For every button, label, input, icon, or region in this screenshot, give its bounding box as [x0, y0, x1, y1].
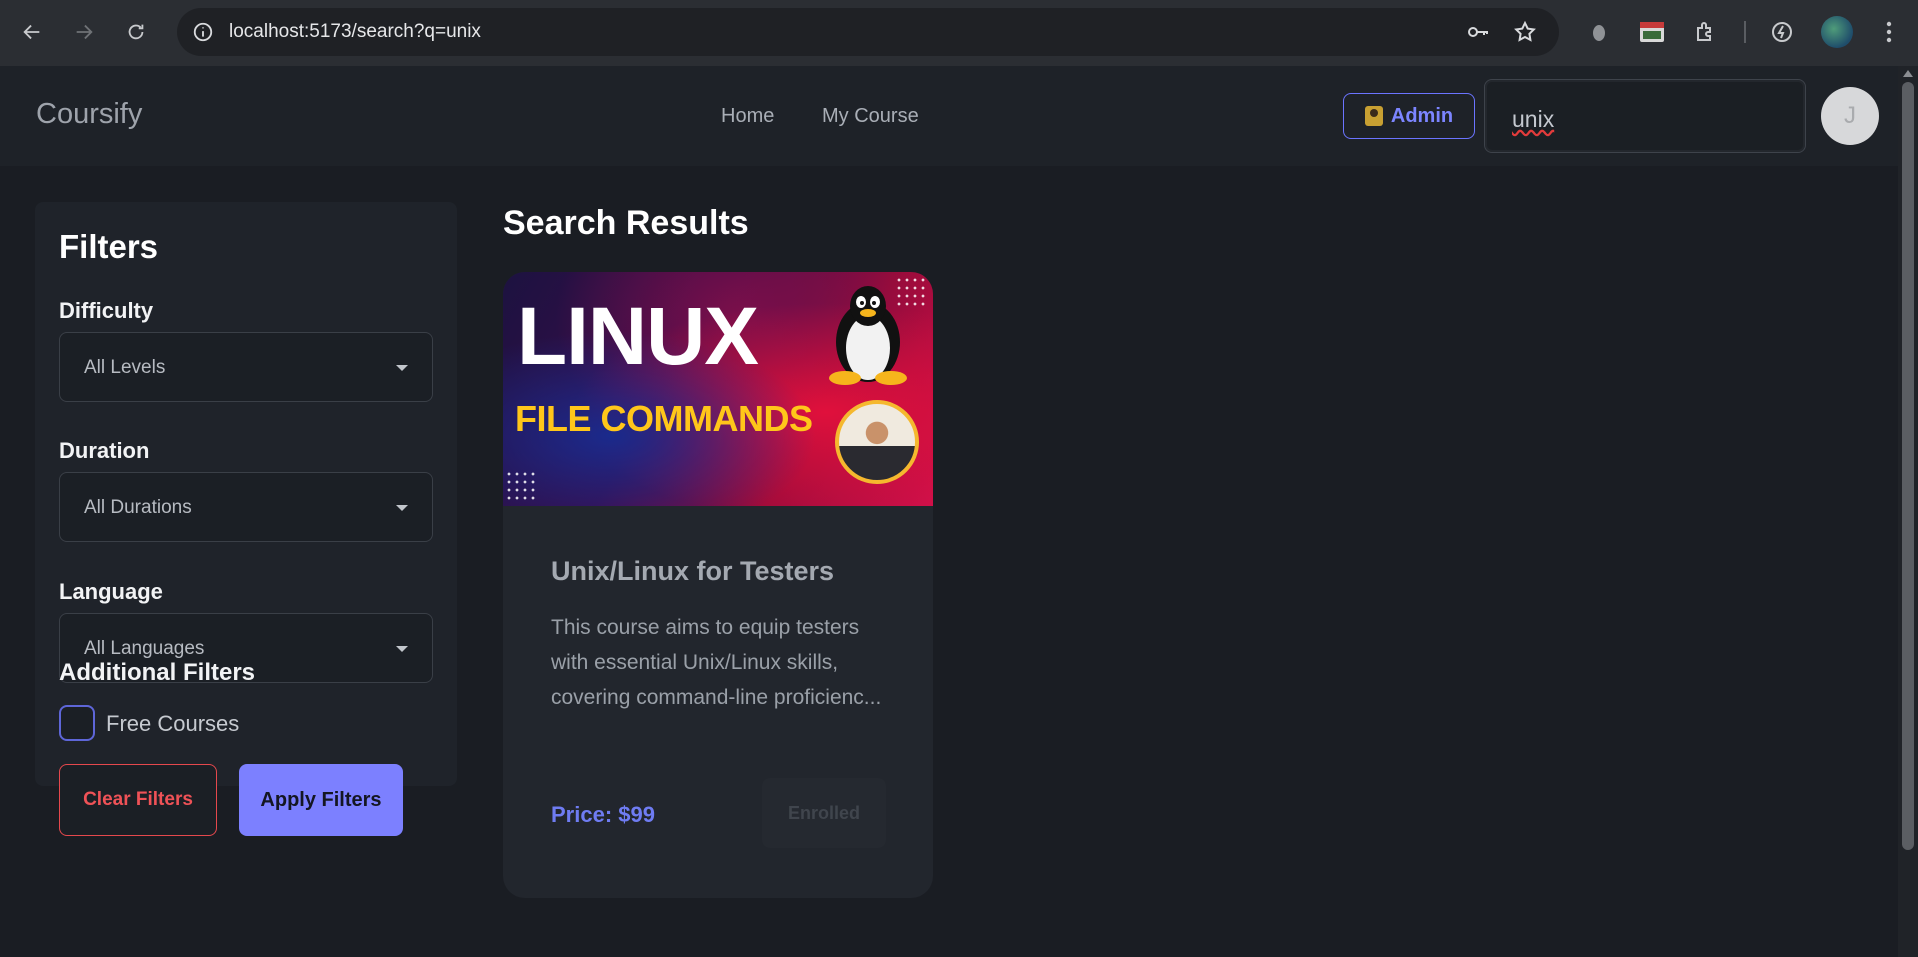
admin-icon — [1364, 106, 1383, 126]
duration-label: Duration — [59, 438, 150, 463]
free-courses-checkbox[interactable] — [59, 705, 95, 741]
address-bar[interactable]: localhost:5173/search?q=unix — [177, 8, 1559, 56]
user-avatar[interactable]: J — [1821, 87, 1879, 145]
admin-button[interactable]: Admin — [1343, 93, 1475, 139]
duration-select[interactable]: All Durations — [59, 472, 433, 542]
tux-penguin-icon — [829, 286, 907, 385]
course-description: This course aims to equip testers with e… — [551, 616, 882, 709]
app-header: Coursify Home My Course Admin unix J — [0, 66, 1898, 166]
star-icon[interactable] — [1512, 19, 1538, 45]
key-icon[interactable] — [1465, 19, 1491, 45]
instructor-photo — [835, 400, 919, 484]
results-title: Search Results — [503, 204, 749, 242]
thumbnail-title: LINUX — [517, 291, 759, 382]
difficulty-value: All Levels — [84, 357, 166, 378]
course-price: Price: $99 — [551, 802, 655, 827]
nav-home[interactable]: Home — [721, 105, 774, 128]
language-label: Language — [59, 579, 163, 604]
chevron-down-icon — [396, 646, 408, 652]
nav-my-course[interactable]: My Course — [822, 105, 919, 128]
additional-filters-label: Additional Filters — [59, 659, 256, 686]
page-scrollbar[interactable] — [1898, 66, 1918, 957]
difficulty-select[interactable]: All Levels — [59, 332, 433, 402]
apply-filters-button[interactable]: Apply Filters — [239, 764, 403, 836]
thumbnail-subtitle: FILE COMMANDS — [515, 398, 813, 439]
free-courses-label[interactable]: Free Courses — [106, 711, 239, 737]
course-title[interactable]: Unix/Linux for Testers — [551, 556, 834, 587]
search-value: unix — [1512, 106, 1555, 132]
chevron-down-icon — [396, 505, 408, 511]
course-card[interactable]: LINUX FILE COMMANDS Unix/Linux for Teste… — [503, 272, 933, 898]
admin-label: Admin — [1390, 104, 1454, 127]
brand-logo[interactable]: Coursify — [36, 98, 142, 131]
forward-icon[interactable] — [67, 15, 101, 49]
url-text[interactable]: localhost:5173/search?q=unix — [229, 21, 481, 43]
menu-icon[interactable] — [1873, 16, 1905, 48]
decorative-dots — [505, 470, 537, 502]
clear-filters-button[interactable]: Clear Filters — [59, 764, 217, 836]
toolbar-divider — [1744, 21, 1746, 43]
duration-value: All Durations — [84, 497, 192, 518]
browser-toolbar: localhost:5173/search?q=unix — [0, 0, 1918, 66]
extension-icon[interactable] — [1583, 16, 1615, 48]
course-thumbnail: LINUX FILE COMMANDS — [503, 272, 933, 506]
back-icon[interactable] — [15, 15, 49, 49]
language-value: All Languages — [84, 638, 205, 659]
filters-panel: Filters Difficulty All Levels Duration A… — [35, 202, 457, 836]
puzzle-icon[interactable] — [1689, 16, 1721, 48]
difficulty-label: Difficulty — [59, 298, 154, 323]
chevron-down-icon — [396, 365, 408, 371]
scrollbar-thumb[interactable] — [1902, 82, 1914, 850]
performance-icon[interactable] — [1766, 16, 1798, 48]
scroll-up-icon[interactable] — [1903, 70, 1913, 77]
app-root: Coursify Home My Course Admin unix J Fil… — [0, 66, 1898, 957]
reload-icon[interactable] — [119, 15, 153, 49]
search-input[interactable]: unix — [1484, 79, 1806, 153]
enrolled-button[interactable]: Enrolled — [762, 778, 886, 848]
calendar-extension-icon[interactable] — [1636, 16, 1668, 48]
profile-avatar[interactable] — [1821, 16, 1853, 48]
site-info-icon[interactable] — [189, 18, 217, 46]
filters-title: Filters — [59, 228, 159, 265]
